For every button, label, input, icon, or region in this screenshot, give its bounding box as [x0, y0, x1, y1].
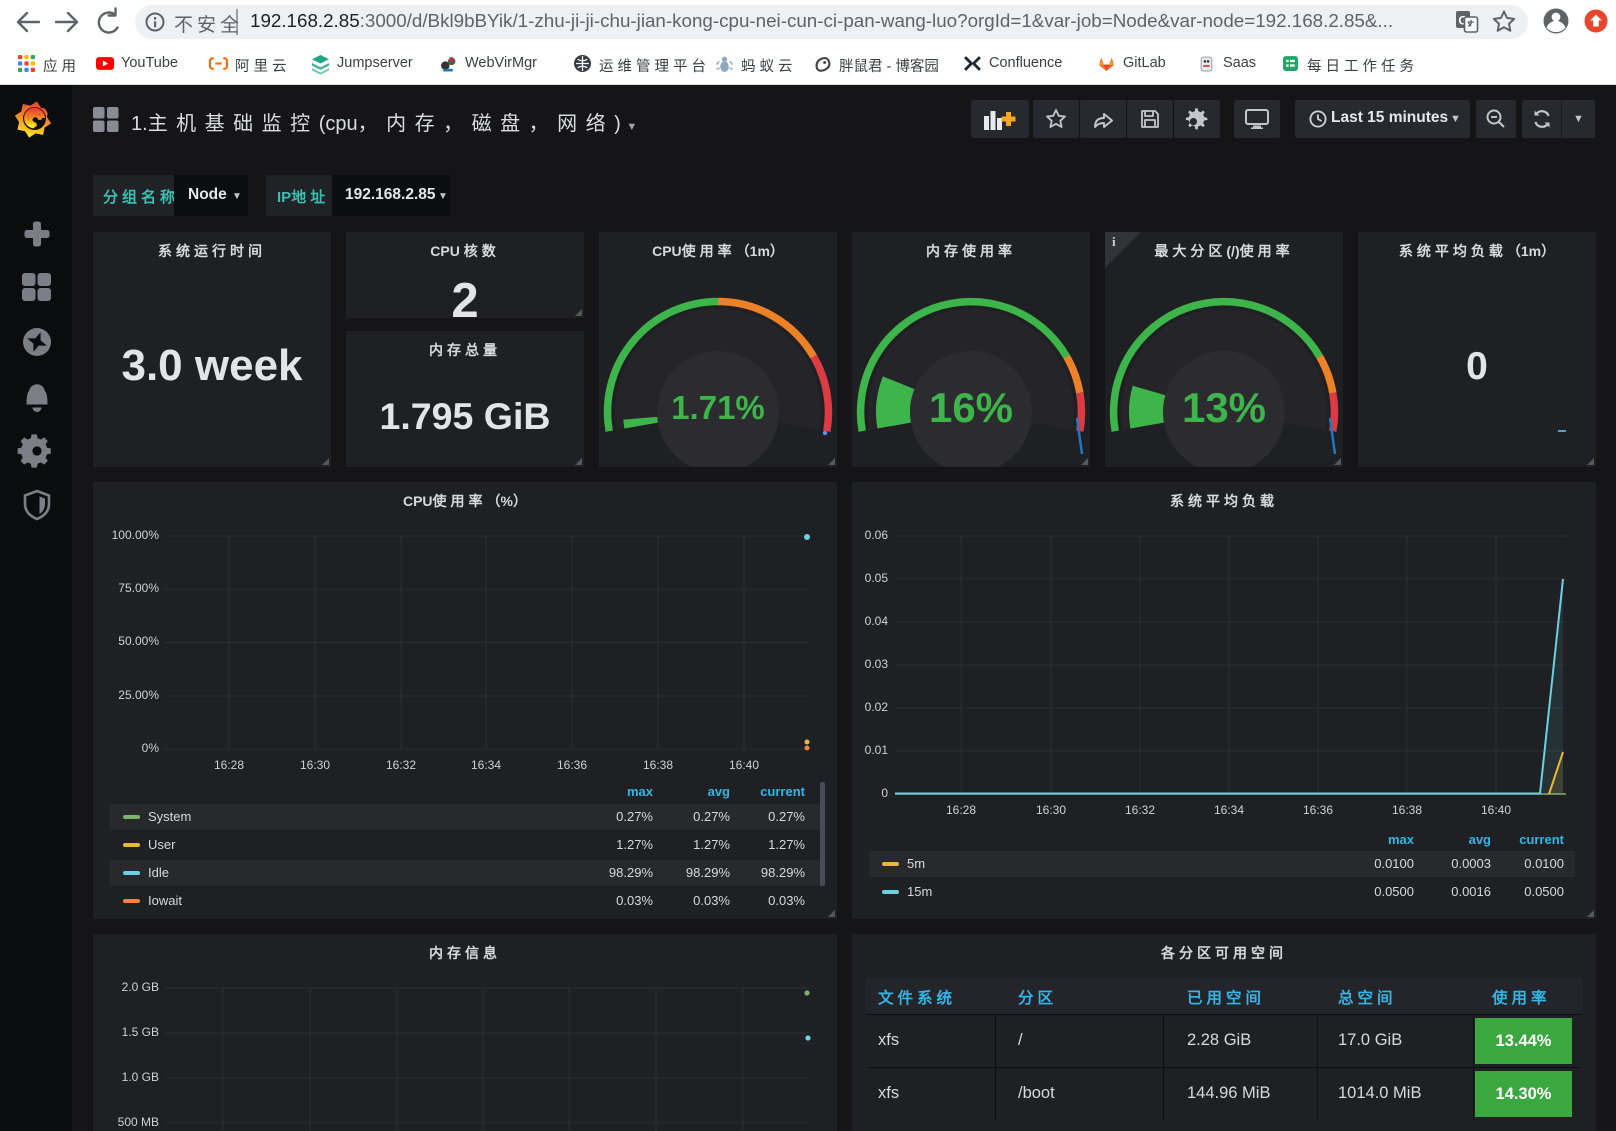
svg-text:16%: 16%	[929, 384, 1013, 431]
svg-text:1.71%: 1.71%	[671, 389, 765, 426]
svg-text:13%: 13%	[1182, 384, 1266, 431]
